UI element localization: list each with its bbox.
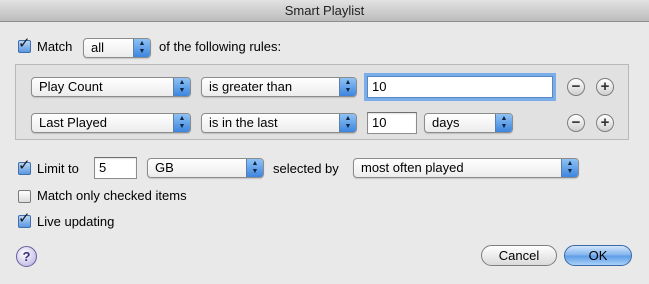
popup-arrows-icon: ▲ ▼ bbox=[133, 39, 150, 57]
limit-unit-value: GB bbox=[155, 160, 174, 175]
checkmark-icon: ✓ bbox=[18, 210, 31, 227]
live-updating-checkbox[interactable]: ✓ bbox=[18, 210, 31, 228]
rule-2-condition-popup[interactable]: is in the last ▲ ▼ bbox=[201, 113, 357, 133]
ok-button[interactable]: OK bbox=[564, 245, 632, 266]
rule-2-field-value: Last Played bbox=[39, 115, 107, 130]
limit-value-field[interactable]: 5 bbox=[94, 157, 137, 179]
checkmark-icon: ✓ bbox=[18, 157, 31, 174]
match-checked-only-checkbox[interactable] bbox=[18, 190, 31, 203]
selected-by-label: selected by bbox=[273, 161, 339, 176]
selected-by-popup[interactable]: most often played ▲ ▼ bbox=[353, 158, 579, 178]
match-suffix-label: of the following rules: bbox=[159, 39, 282, 54]
window-title: Smart Playlist bbox=[0, 0, 649, 22]
limit-label: Limit to bbox=[37, 161, 79, 176]
selected-by-value: most often played bbox=[361, 160, 464, 175]
limit-checkbox[interactable]: ✓ bbox=[18, 157, 31, 175]
rule-2-value-field[interactable]: 10 bbox=[367, 112, 417, 134]
popup-arrows-icon: ▲ ▼ bbox=[339, 78, 356, 96]
rule-1-field-value: Play Count bbox=[39, 79, 103, 94]
rule-1-condition-value: is greater than bbox=[209, 79, 293, 94]
rule-2-condition-value: is in the last bbox=[209, 115, 278, 130]
live-updating-label: Live updating bbox=[37, 214, 115, 229]
limit-unit-popup[interactable]: GB ▲ ▼ bbox=[147, 158, 264, 178]
rule-2-unit-popup[interactable]: days ▲ ▼ bbox=[424, 113, 513, 133]
match-checkbox[interactable]: ✓ bbox=[18, 35, 31, 53]
rule-1-value-text: 10 bbox=[372, 79, 387, 94]
checkmark-icon: ✓ bbox=[18, 35, 31, 52]
popup-arrows-icon: ▲ ▼ bbox=[246, 159, 263, 177]
popup-arrows-icon: ▲ ▼ bbox=[339, 114, 356, 132]
limit-value-text: 5 bbox=[99, 160, 107, 175]
cancel-button[interactable]: Cancel bbox=[481, 245, 557, 266]
rule-1-condition-popup[interactable]: is greater than ▲ ▼ bbox=[201, 77, 357, 97]
rule-2-remove-button[interactable]: − bbox=[567, 114, 585, 132]
match-label: Match bbox=[37, 39, 73, 54]
rule-2-value-text: 10 bbox=[372, 115, 387, 130]
rule-1-field-popup[interactable]: Play Count ▲ ▼ bbox=[31, 77, 191, 97]
smart-playlist-dialog: Smart Playlist ✓ Match all ▲ ▼ of the fol… bbox=[0, 0, 649, 284]
rule-1-remove-button[interactable]: − bbox=[567, 78, 585, 96]
popup-arrows-icon: ▲ ▼ bbox=[173, 78, 190, 96]
rule-2-field-popup[interactable]: Last Played ▲ ▼ bbox=[31, 113, 191, 133]
rule-1-value-field[interactable]: 10 bbox=[367, 76, 553, 98]
popup-arrows-icon: ▲ ▼ bbox=[561, 159, 578, 177]
match-mode-value: all bbox=[91, 40, 105, 55]
match-mode-popup[interactable]: all ▲ ▼ bbox=[83, 38, 151, 58]
rule-1-add-button[interactable]: + bbox=[596, 78, 614, 96]
rule-2-unit-value: days bbox=[432, 115, 460, 130]
popup-arrows-icon: ▲ ▼ bbox=[495, 114, 512, 132]
rule-2-add-button[interactable]: + bbox=[596, 114, 614, 132]
popup-arrows-icon: ▲ ▼ bbox=[173, 114, 190, 132]
help-button[interactable]: ? bbox=[16, 246, 37, 267]
match-checked-only-label: Match only checked items bbox=[37, 188, 187, 203]
